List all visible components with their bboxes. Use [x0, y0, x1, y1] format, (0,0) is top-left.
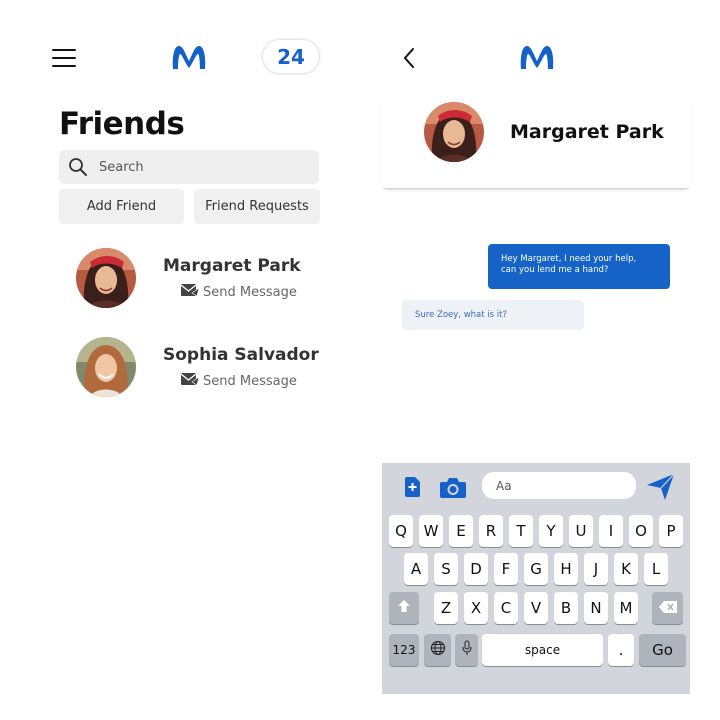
numbers-key[interactable]: 123: [389, 634, 419, 666]
key-b[interactable]: B: [554, 592, 578, 624]
key-g[interactable]: G: [524, 553, 548, 585]
page-title: Friends: [59, 106, 185, 142]
search-bar[interactable]: [59, 150, 319, 184]
key-t[interactable]: T: [509, 515, 533, 547]
globe-key[interactable]: [424, 634, 451, 666]
shift-icon: [397, 599, 411, 617]
friend-requests-button[interactable]: Friend Requests: [194, 189, 320, 224]
key-v[interactable]: V: [524, 592, 548, 624]
camera-icon[interactable]: [440, 476, 466, 502]
message-line: Hey Margaret, I need your help,: [501, 254, 637, 264]
send-message-link[interactable]: Send Message: [180, 372, 297, 390]
add-file-icon[interactable]: [404, 477, 420, 501]
key-s[interactable]: S: [434, 553, 458, 585]
message-line: can you lend me a hand?: [501, 265, 609, 275]
friend-name[interactable]: Sophia Salvador: [163, 345, 319, 365]
key-m[interactable]: M: [614, 592, 638, 624]
key-o[interactable]: O: [629, 515, 653, 547]
friend-name[interactable]: Margaret Park: [163, 256, 301, 276]
app-logo-icon: [170, 43, 208, 71]
incoming-message: Sure Zoey, what is it?: [402, 300, 584, 330]
backspace-key[interactable]: [652, 592, 683, 624]
message-icon: [180, 372, 200, 390]
list-item[interactable]: Sophia Salvador Send Message: [59, 335, 321, 405]
app-logo-icon: [518, 43, 556, 71]
add-friend-button[interactable]: Add Friend: [59, 189, 184, 224]
key-r[interactable]: R: [479, 515, 503, 547]
key-e[interactable]: E: [449, 515, 473, 547]
key-d[interactable]: D: [464, 553, 488, 585]
globe-icon: [430, 640, 446, 660]
avatar: [424, 102, 484, 162]
key-w[interactable]: W: [419, 515, 443, 547]
avatar: [76, 337, 136, 397]
keyboard: Q W E R T Y U I O P A S D F G H J K L Z …: [382, 463, 690, 694]
send-message-link[interactable]: Send Message: [180, 283, 297, 301]
search-input[interactable]: [99, 150, 309, 184]
key-c[interactable]: C: [494, 592, 518, 624]
key-x[interactable]: X: [464, 592, 488, 624]
key-h[interactable]: H: [554, 553, 578, 585]
key-q[interactable]: Q: [389, 515, 413, 547]
key-a[interactable]: A: [404, 553, 428, 585]
search-icon: [68, 157, 88, 181]
key-y[interactable]: Y: [539, 515, 563, 547]
shift-key[interactable]: [389, 592, 419, 624]
message-icon: [180, 283, 200, 301]
microphone-key[interactable]: [455, 634, 478, 666]
key-f[interactable]: F: [494, 553, 518, 585]
key-k[interactable]: K: [614, 553, 638, 585]
send-message-label: Send Message: [203, 373, 297, 389]
message-input[interactable]: [482, 472, 636, 499]
list-item[interactable]: Margaret Park Send Message: [59, 246, 321, 316]
chat-header: Margaret Park: [382, 100, 690, 188]
microphone-icon: [462, 640, 472, 660]
go-key[interactable]: Go: [639, 634, 686, 666]
key-i[interactable]: I: [599, 515, 623, 547]
key-p[interactable]: P: [659, 515, 683, 547]
send-message-label: Send Message: [203, 284, 297, 300]
send-icon[interactable]: [647, 473, 675, 504]
outgoing-message: Hey Margaret, I need your help, can you …: [488, 244, 670, 289]
back-icon[interactable]: [401, 46, 417, 70]
key-n[interactable]: N: [584, 592, 608, 624]
period-key[interactable]: .: [608, 634, 634, 666]
space-key[interactable]: space: [482, 634, 603, 666]
key-j[interactable]: J: [584, 553, 608, 585]
backspace-icon: [658, 599, 677, 617]
notification-badge[interactable]: 24: [263, 40, 319, 73]
key-u[interactable]: U: [569, 515, 593, 547]
contact-name: Margaret Park: [510, 121, 664, 143]
key-l[interactable]: L: [644, 553, 668, 585]
key-z[interactable]: Z: [434, 592, 458, 624]
menu-icon[interactable]: [52, 49, 76, 69]
avatar: [76, 248, 136, 308]
